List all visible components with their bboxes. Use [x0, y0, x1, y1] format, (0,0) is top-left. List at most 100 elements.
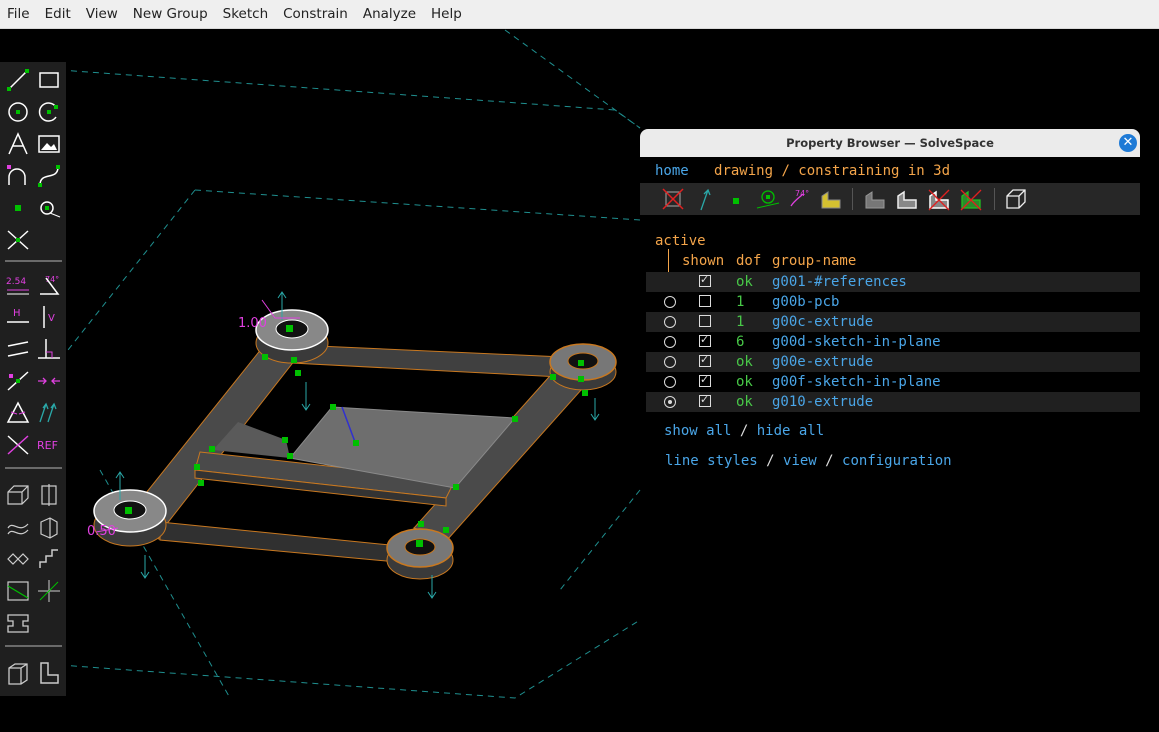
points-icon[interactable]: [723, 186, 749, 212]
outline-icon[interactable]: [894, 186, 920, 212]
tangent-arc-icon[interactable]: [5, 163, 31, 189]
perpendicular-icon[interactable]: [36, 336, 62, 362]
close-button[interactable]: ✕: [1119, 134, 1137, 152]
menu-constrain[interactable]: Constrain: [276, 0, 356, 28]
shown-checkbox[interactable]: [699, 393, 711, 407]
show-all-link[interactable]: show all: [664, 423, 731, 439]
circle-icon[interactable]: [5, 99, 31, 125]
dimension-label-bottom[interactable]: 0.50: [87, 524, 116, 539]
image-icon[interactable]: [36, 131, 62, 157]
group-name-link[interactable]: g010-extrude: [772, 392, 873, 412]
new-group-icon[interactable]: [36, 660, 62, 686]
group-name-link[interactable]: g001-#references: [772, 272, 907, 292]
property-browser-window: Property Browser — SolveSpace ✕ home dra…: [640, 129, 1140, 469]
group-row[interactable]: ok g010-extrude: [646, 392, 1140, 412]
bezier-icon[interactable]: [36, 163, 62, 189]
line-styles-link[interactable]: line styles: [665, 453, 758, 469]
group-name-link[interactable]: g00c-extrude: [772, 312, 873, 332]
horizontal-icon[interactable]: H: [5, 304, 31, 330]
menu-help[interactable]: Help: [424, 0, 470, 28]
faces-angle-label: 74°: [795, 189, 809, 198]
other-supplement-icon[interactable]: [5, 432, 31, 458]
symmetric-icon[interactable]: [36, 368, 62, 394]
property-browser-titlebar[interactable]: Property Browser — SolveSpace ✕: [640, 129, 1140, 157]
step-rotate-icon[interactable]: [36, 546, 62, 572]
active-radio[interactable]: [664, 316, 676, 328]
reference-icon[interactable]: REF: [36, 432, 64, 458]
dof-value: 1: [736, 314, 745, 330]
text-icon[interactable]: [5, 131, 31, 157]
lathe-icon[interactable]: [36, 482, 62, 508]
revolve-icon[interactable]: [36, 514, 62, 540]
shaded-icon[interactable]: [818, 186, 844, 212]
occluded-lines-icon[interactable]: [660, 186, 686, 212]
group-row[interactable]: ok g00f-sketch-in-plane: [646, 372, 1140, 392]
edges-icon[interactable]: [926, 186, 952, 212]
point-on-icon[interactable]: [5, 368, 31, 394]
active-radio[interactable]: [664, 356, 676, 368]
menu-file[interactable]: File: [0, 0, 38, 28]
menu-view[interactable]: View: [79, 0, 126, 28]
group-name-link[interactable]: g00b-pcb: [772, 292, 839, 312]
group-row[interactable]: 1 g00b-pcb: [646, 292, 1140, 312]
group-row[interactable]: 6 g00d-sketch-in-plane: [646, 332, 1140, 352]
dof-value: ok: [736, 274, 753, 290]
perspective-icon[interactable]: [1003, 186, 1029, 212]
group-row[interactable]: ok g00e-extrude: [646, 352, 1140, 372]
extrude-icon[interactable]: [5, 482, 31, 508]
shown-checkbox[interactable]: [699, 353, 711, 367]
menu-sketch[interactable]: Sketch: [216, 0, 276, 28]
dof-value: ok: [736, 374, 753, 390]
workplane-icon[interactable]: [36, 195, 62, 221]
hide-all-link[interactable]: hide all: [757, 423, 824, 439]
distance-icon[interactable]: 2.54: [5, 272, 31, 298]
same-orientation-icon[interactable]: [36, 400, 62, 426]
workplane-sketch-icon[interactable]: [5, 578, 31, 604]
menu-edit[interactable]: Edit: [38, 0, 79, 28]
active-radio[interactable]: [664, 336, 676, 348]
arc-icon[interactable]: [36, 99, 62, 125]
constraints-icon[interactable]: [692, 186, 718, 212]
group-row[interactable]: 1 g00c-extrude: [646, 312, 1140, 332]
view-link[interactable]: view: [783, 453, 817, 469]
home-link[interactable]: home: [655, 163, 689, 179]
group-name-link[interactable]: g00f-sketch-in-plane: [772, 372, 941, 392]
helix-icon[interactable]: [5, 514, 31, 540]
workplanes-icon[interactable]: [755, 186, 781, 212]
mesh-icon[interactable]: [958, 186, 984, 212]
assemble-icon[interactable]: [5, 660, 31, 686]
parallel-icon[interactable]: [5, 336, 31, 362]
group-name-link[interactable]: g00d-sketch-in-plane: [772, 332, 941, 352]
dimension-label-top[interactable]: 1.00: [238, 316, 267, 331]
vertical-label: V: [48, 313, 55, 324]
menu-new-group[interactable]: New Group: [126, 0, 216, 28]
link-icon[interactable]: [5, 610, 31, 636]
rectangle-icon[interactable]: [36, 67, 62, 93]
dof-value: 6: [736, 334, 745, 350]
equal-icon[interactable]: [5, 400, 31, 426]
shown-checkbox[interactable]: [699, 333, 711, 347]
line-icon[interactable]: [5, 67, 31, 93]
split-icon[interactable]: [5, 227, 31, 253]
sketch-3d-icon[interactable]: [36, 578, 62, 604]
group-name-link[interactable]: g00e-extrude: [772, 352, 873, 372]
active-radio[interactable]: [664, 376, 676, 388]
menu-analyze[interactable]: Analyze: [356, 0, 424, 28]
boss-bottom-right: [386, 528, 454, 580]
shown-checkbox[interactable]: [699, 315, 711, 327]
point-icon[interactable]: [5, 195, 31, 221]
configuration-link[interactable]: configuration: [842, 453, 952, 469]
vertical-icon[interactable]: V: [36, 304, 62, 330]
shown-checkbox[interactable]: [699, 373, 711, 387]
shown-checkbox[interactable]: [699, 273, 711, 287]
active-radio[interactable]: [664, 396, 676, 408]
group-row[interactable]: ok g001-#references: [646, 272, 1140, 292]
step-translate-icon[interactable]: [5, 546, 31, 572]
hidden-lines-icon[interactable]: [862, 186, 888, 212]
active-radio[interactable]: [664, 296, 676, 308]
dof-value: ok: [736, 394, 753, 410]
angle-icon[interactable]: 74°: [36, 272, 62, 298]
tool-palette: 2.54 74° H V REF: [0, 62, 66, 696]
shown-checkbox[interactable]: [699, 295, 711, 307]
faces-icon[interactable]: 74°: [787, 186, 813, 212]
